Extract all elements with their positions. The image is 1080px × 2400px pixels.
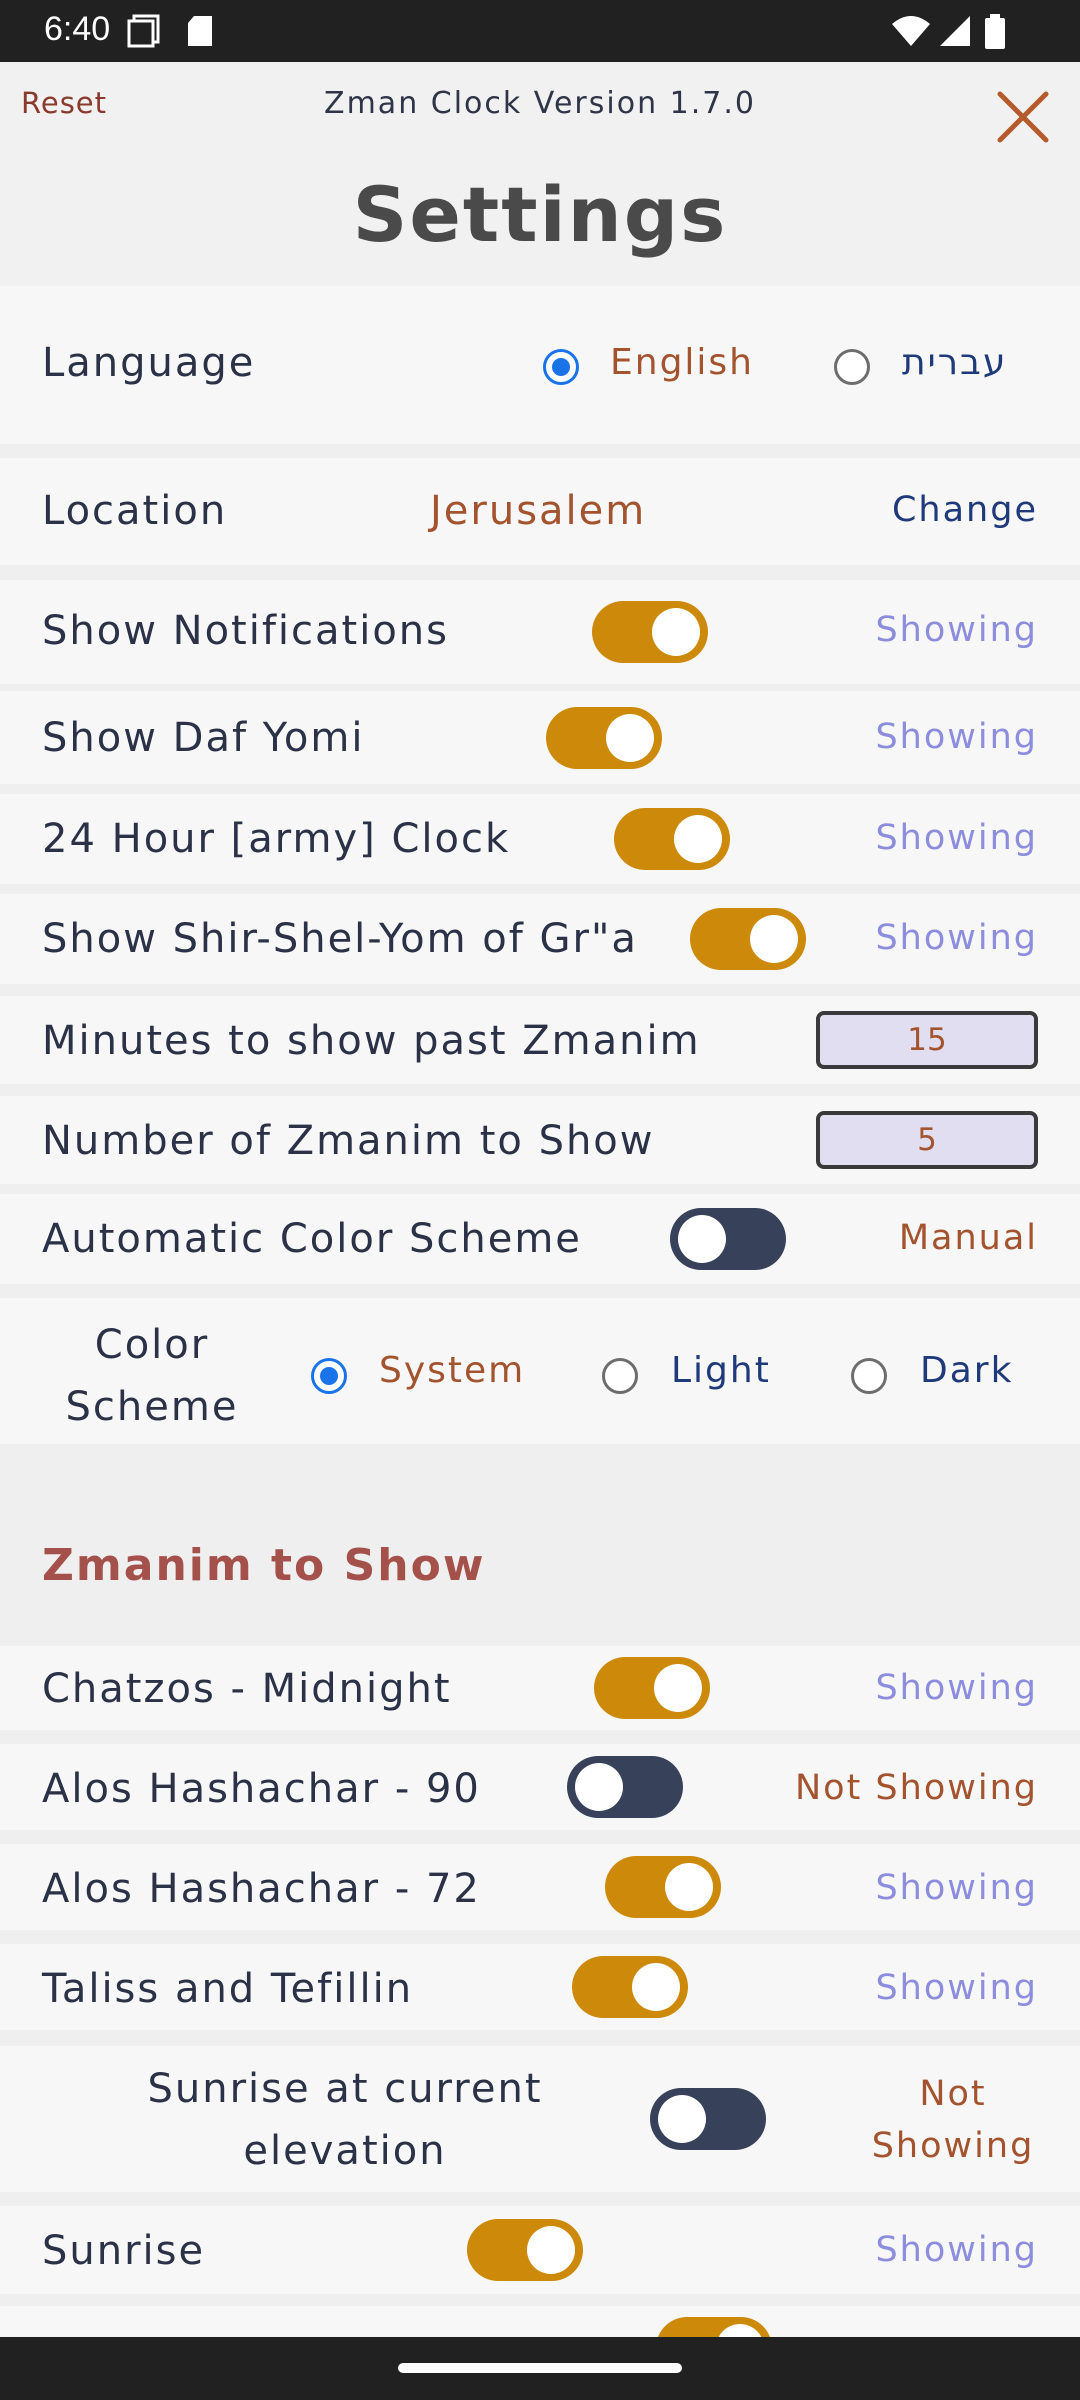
location-label: Location [42,488,228,534]
army-clock-status: Showing [875,818,1038,858]
zman-toggle-alos-72[interactable] [605,1856,721,1918]
battery-icon [985,14,1005,49]
minutes-past-label: Minutes to show past Zmanim [42,1018,701,1064]
auto-color-toggle[interactable] [670,1208,786,1270]
sd-card-icon [188,16,212,46]
language-label: Language [42,340,256,386]
zman-row-sunrise-elevation: Sunrise at current elevation Not Showing [0,2046,1080,2192]
zman-toggle-alos-90[interactable] [567,1756,683,1818]
toggle-knob [665,1863,713,1911]
navigation-bar [0,2337,1080,2400]
change-location-button[interactable]: Change [892,490,1038,530]
army-clock-row: 24 Hour [army] Clock Showing [0,794,1080,884]
auto-color-label: Automatic Color Scheme [42,1216,582,1262]
toggle-knob [750,915,798,963]
auto-color-status: Manual [898,1218,1038,1258]
language-option-english[interactable]: English [610,342,754,383]
language-option-hebrew[interactable]: עברית [902,342,1007,383]
num-zmanim-label: Number of Zmanim to Show [42,1118,655,1164]
color-scheme-row: Color Scheme System Light Dark [0,1298,1080,1444]
language-row: Language English עברית [0,286,1080,444]
num-zmanim-row: Number of Zmanim to Show 5 [0,1096,1080,1184]
version-text: Zman Clock Version 1.7.0 [324,86,756,121]
toggle-knob [575,1763,623,1811]
color-scheme-option-dark[interactable]: Dark [920,1350,1013,1391]
zman-row-chatzos: Chatzos - Midnight Showing [0,1646,1080,1730]
language-radio-hebrew[interactable] [834,349,870,385]
location-value: Jerusalem [430,488,647,534]
zman-row-taliss: Taliss and Tefillin Showing [0,1944,1080,2030]
color-scheme-label: Color Scheme [65,1322,239,1430]
toggle-knob [716,2324,764,2337]
color-scheme-option-light[interactable]: Light [671,1350,771,1391]
shir-shel-yom-status: Showing [875,918,1038,958]
zman-row-sunrise: Sunrise Showing [0,2206,1080,2294]
zman-toggle-partial[interactable] [656,2317,772,2337]
minutes-past-row: Minutes to show past Zmanim 15 [0,996,1080,1084]
zman-toggle-taliss[interactable] [572,1956,688,2018]
toggle-knob [654,1664,702,1712]
toggle-knob [632,1963,680,2011]
page-title: Settings [352,170,728,259]
zman-label: Alos Hashachar - 72 [42,1866,481,1912]
language-radio-english[interactable] [543,349,579,385]
settings-header: Reset Zman Clock Version 1.7.0 Settings [0,62,1080,286]
daf-yomi-status: Showing [875,717,1038,757]
minutes-past-input[interactable]: 15 [816,1011,1038,1069]
zman-status: Showing [875,1868,1038,1908]
color-scheme-option-system[interactable]: System [379,1350,525,1391]
toggle-knob [606,714,654,762]
shir-shel-yom-label: Show Shir-Shel-Yom of Gr"a [42,916,638,962]
color-scheme-radio-system[interactable] [311,1358,347,1394]
shir-shel-yom-toggle[interactable] [690,908,806,970]
home-gesture-handle[interactable] [398,2363,682,2373]
zman-toggle-sunrise[interactable] [467,2219,583,2281]
zman-row-alos-72: Alos Hashachar - 72 Showing [0,1844,1080,1930]
shir-shel-yom-row: Show Shir-Shel-Yom of Gr"a Showing [0,894,1080,984]
wifi-icon [892,16,930,46]
signal-icon [940,16,970,46]
zman-row-partial [0,2306,1080,2337]
auto-color-row: Automatic Color Scheme Manual [0,1194,1080,1284]
toggle-knob [652,608,700,656]
zman-status: Not Showing [794,1768,1038,1808]
notifications-row: Show Notifications Showing [0,580,1080,684]
toggle-knob [678,1215,726,1263]
color-scheme-radio-dark[interactable] [851,1358,887,1394]
zman-toggle-chatzos[interactable] [594,1657,710,1719]
zman-status: Not Showing [871,2074,1035,2166]
zman-status: Showing [875,1968,1038,2008]
close-icon[interactable] [994,88,1052,146]
location-row: Location Jerusalem Change [0,458,1080,565]
notifications-toggle[interactable] [592,601,708,663]
zman-row-alos-90: Alos Hashachar - 90 Not Showing [0,1744,1080,1830]
army-clock-toggle[interactable] [614,808,730,870]
zmanim-section-title: Zmanim to Show [42,1540,486,1591]
toggle-knob [674,815,722,863]
zman-status: Showing [875,1668,1038,1708]
num-zmanim-input[interactable]: 5 [816,1111,1038,1169]
zman-label: Chatzos - Midnight [42,1666,452,1712]
zman-label: Taliss and Tefillin [42,1966,414,2012]
notifications-label: Show Notifications [42,608,449,654]
color-scheme-radio-light[interactable] [602,1358,638,1394]
daf-yomi-toggle[interactable] [546,707,662,769]
status-bar: 6:40 [0,0,1080,62]
zman-label: Sunrise at current elevation [147,2066,543,2174]
zman-toggle-sunrise-elevation[interactable] [650,2088,766,2150]
notifications-status: Showing [875,610,1038,650]
zman-status: Showing [875,2230,1038,2270]
army-clock-label: 24 Hour [army] Clock [42,816,511,862]
daf-yomi-label: Show Daf Yomi [42,715,365,761]
status-time: 6:40 [44,10,111,48]
toggle-knob [527,2226,575,2274]
screenshot-icon [127,14,160,48]
toggle-knob [658,2095,706,2143]
zman-label: Alos Hashachar - 90 [42,1766,481,1812]
daf-yomi-row: Show Daf Yomi Showing [0,691,1080,784]
zman-label: Sunrise [42,2228,206,2274]
